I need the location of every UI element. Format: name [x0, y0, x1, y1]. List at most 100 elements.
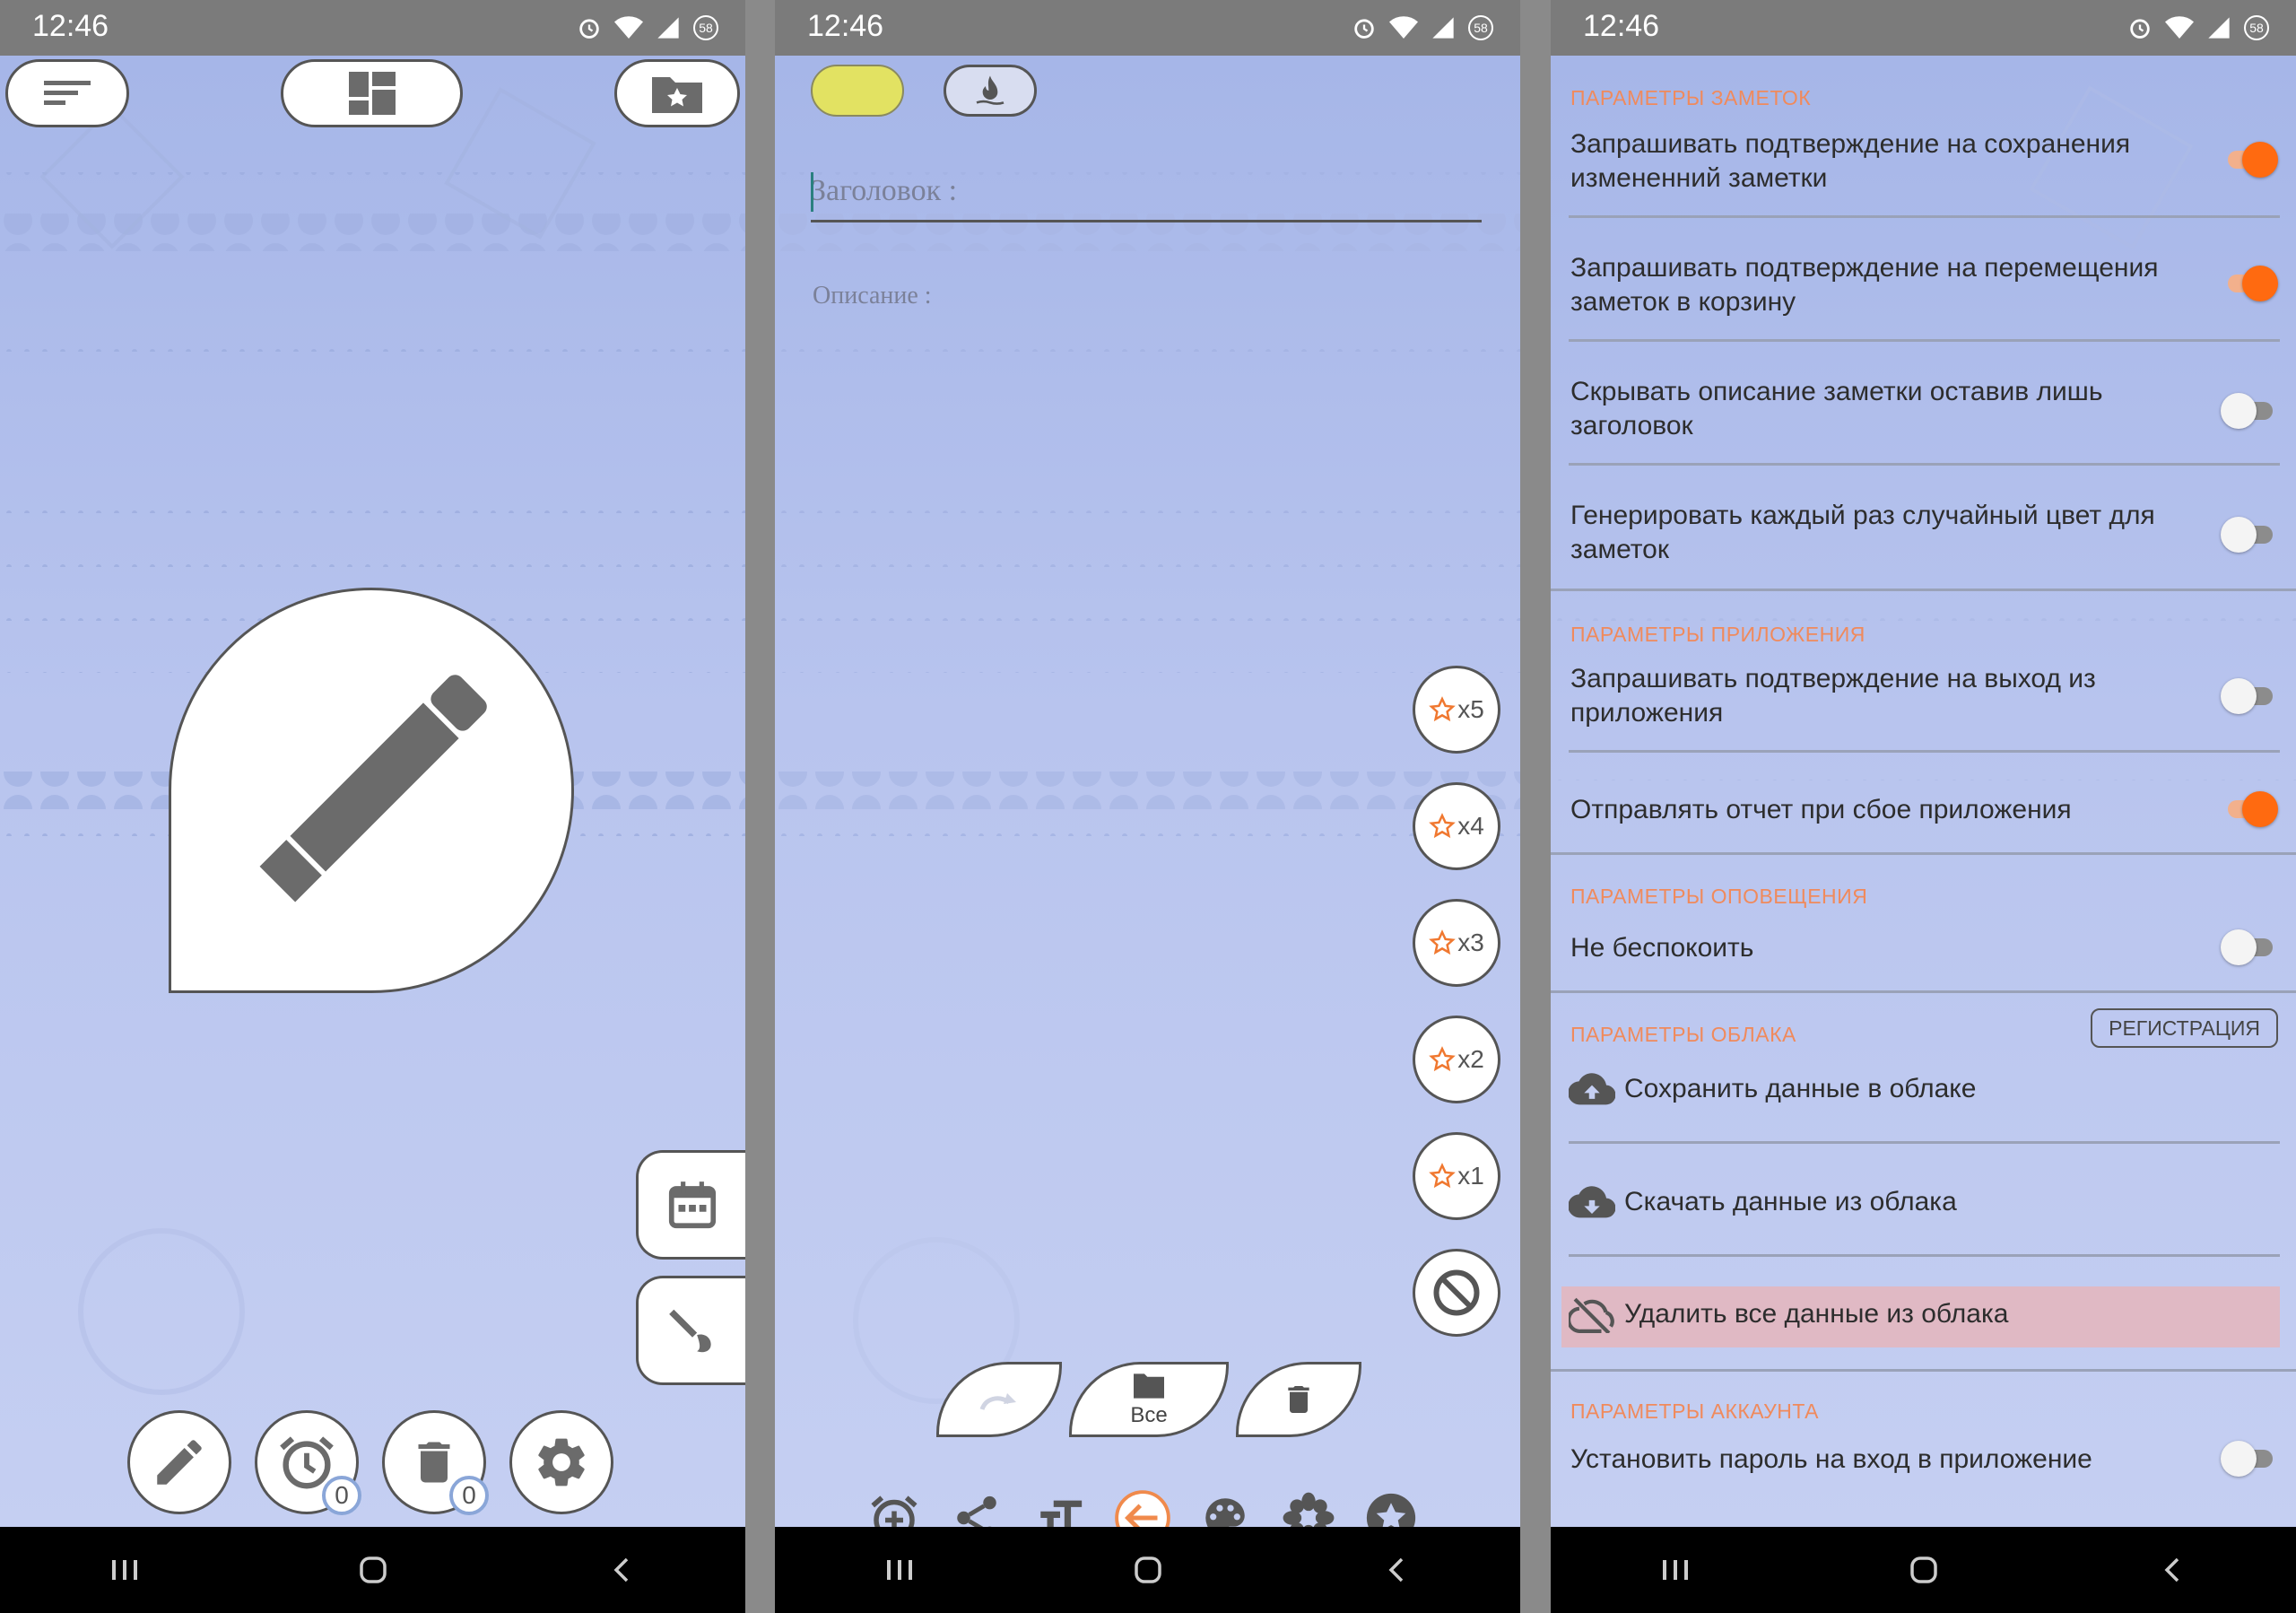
setting-random-color-label: Генерировать каждый раз случайный цвет д…	[1570, 501, 2155, 564]
setting-hide-description-toggle[interactable]	[2221, 393, 2278, 429]
text-size-button[interactable]	[1031, 1488, 1090, 1527]
recents-nav-button[interactable]	[89, 1543, 161, 1597]
recents-nav-button[interactable]	[864, 1543, 935, 1597]
priority-x1-button[interactable]: x1	[1413, 1132, 1500, 1220]
gear-icon	[538, 1438, 585, 1487]
wifi-icon	[2165, 16, 2194, 39]
text-size-icon	[1039, 1500, 1082, 1527]
background-pattern	[775, 172, 1520, 1404]
back-button[interactable]	[1113, 1488, 1172, 1527]
star-outline-icon	[1429, 696, 1456, 722]
favorite-folder-button[interactable]	[614, 59, 740, 127]
cloud-off-icon	[1569, 1297, 1614, 1333]
wifi-icon	[614, 16, 643, 39]
note-description-placeholder: Описание :	[813, 282, 932, 310]
redo-icon	[979, 1393, 1016, 1411]
setting-do-not-disturb-toggle[interactable]	[2221, 929, 2278, 965]
note-color-button[interactable]	[811, 65, 904, 117]
status-bar: 12:46 58	[1551, 0, 2296, 56]
setting-confirm-trash-label: Запрашивать подтверждение на перемещения…	[1570, 253, 2159, 317]
alarm-add-icon	[871, 1495, 918, 1527]
brush-button[interactable]	[636, 1276, 745, 1385]
priority-x1-label: x1	[1457, 1162, 1484, 1190]
note-title-placeholder: Заголовок :	[811, 174, 958, 207]
back-arrow-icon	[1115, 1490, 1170, 1527]
register-button[interactable]: РЕГИСТРАЦИЯ	[2091, 1008, 2278, 1048]
home-nav-button[interactable]	[337, 1543, 409, 1597]
setting-app-password-toggle[interactable]	[2221, 1441, 2278, 1477]
priority-x2-button[interactable]: x2	[1413, 1016, 1500, 1103]
recents-nav-button[interactable]	[1639, 1543, 1711, 1597]
recents-icon	[886, 1560, 912, 1580]
setting-crash-report-toggle[interactable]	[2221, 791, 2278, 827]
flower-button[interactable]	[1279, 1488, 1338, 1527]
reminders-button[interactable]: 0	[255, 1410, 361, 1515]
priority-x3-label: x3	[1457, 929, 1484, 956]
setting-confirm-exit-label: Запрашивать подтверждение на выход из пр…	[1570, 664, 2096, 728]
note-description-input[interactable]: Описание :	[813, 282, 932, 310]
folder-star-icon	[652, 77, 702, 113]
priority-x4-button[interactable]: x4	[1413, 782, 1500, 870]
priority-x3-button[interactable]: x3	[1413, 899, 1500, 987]
pencil-button[interactable]	[127, 1410, 231, 1514]
home-icon	[1134, 1556, 1161, 1583]
main-screen: 0 0	[0, 56, 745, 1527]
app-section-header: ПАРАМЕТРЫ ПРИЛОЖЕНИЯ	[1570, 623, 1866, 646]
fire-priority-button[interactable]	[944, 65, 1037, 117]
back-nav-button[interactable]	[2136, 1543, 2208, 1597]
alarm-status-icon	[2130, 19, 2150, 39]
flower-icon	[1283, 1492, 1335, 1527]
alarm-status-icon	[579, 19, 599, 39]
priority-x5-button[interactable]: x5	[1413, 666, 1500, 754]
trash-button[interactable]: 0	[382, 1410, 489, 1515]
recents-icon	[111, 1560, 137, 1580]
calendar-button[interactable]	[636, 1150, 745, 1260]
new-note-button[interactable]	[169, 588, 574, 993]
dashboard-button[interactable]	[281, 59, 463, 127]
favorite-button[interactable]	[1361, 1488, 1421, 1527]
setting-confirm-save-label: Запрашивать подтверждение на сохранения …	[1570, 129, 2131, 193]
block-icon	[1433, 1269, 1480, 1316]
back-icon	[613, 1557, 628, 1582]
account-section-header: ПАРАМЕТРЫ АККАУНТА	[1570, 1399, 1819, 1423]
fire-icon	[976, 75, 1004, 105]
pencil-small-icon	[157, 1440, 202, 1485]
cloud-download-row[interactable]: Скачать данные из облака	[1569, 1184, 1957, 1220]
settings-button[interactable]	[509, 1410, 613, 1514]
share-button[interactable]	[947, 1488, 1006, 1527]
wifi-icon	[1389, 16, 1418, 39]
back-icon	[1388, 1557, 1403, 1582]
setting-confirm-save-toggle[interactable]	[2221, 142, 2278, 178]
back-icon	[2164, 1557, 2179, 1582]
alarm-status-icon	[1354, 19, 1374, 39]
add-reminder-button[interactable]	[865, 1488, 924, 1527]
home-icon	[1909, 1556, 1937, 1583]
back-nav-button[interactable]	[1361, 1543, 1432, 1597]
brush-icon	[668, 1309, 711, 1353]
back-nav-button[interactable]	[586, 1543, 657, 1597]
text-caret	[811, 172, 813, 212]
priority-none-button[interactable]	[1413, 1249, 1500, 1337]
phone-settings: 12:46 58 ПАРАМЕТРЫ ЗАМЕТОК Запрашивать п…	[1551, 0, 2296, 1613]
palette-button[interactable]	[1196, 1488, 1255, 1527]
setting-random-color-toggle[interactable]	[2221, 517, 2278, 553]
star-outline-icon	[1429, 1046, 1456, 1072]
signal-icon	[2208, 17, 2230, 39]
priority-x5-label: x5	[1457, 695, 1484, 723]
setting-confirm-trash-toggle[interactable]	[2221, 266, 2278, 301]
cloud-delete-row[interactable]: Удалить все данные из облака	[1569, 1295, 2008, 1333]
phone-note-editor: 12:46 58 Заголовок: Описание: x5 x4 x3…	[775, 0, 1520, 1613]
cloud-upload-row[interactable]: Сохранить данные в облаке	[1569, 1071, 1976, 1107]
phone-main-screen: 12:46 58 0 0	[0, 0, 745, 1613]
setting-confirm-exit-toggle[interactable]	[2221, 678, 2278, 714]
note-title-input[interactable]: Заголовок :	[811, 169, 1482, 222]
folder-icon	[1134, 1373, 1164, 1399]
settings-screen: ПАРАМЕТРЫ ЗАМЕТОК Запрашивать подтвержде…	[1551, 56, 2296, 1527]
notes-section-header: ПАРАМЕТРЫ ЗАМЕТОК	[1570, 86, 1812, 109]
trash-count-badge: 0	[449, 1476, 489, 1515]
sort-button[interactable]	[5, 59, 129, 127]
status-time: 12:46	[1583, 9, 1660, 43]
home-nav-button[interactable]	[1888, 1543, 1960, 1597]
home-nav-button[interactable]	[1112, 1543, 1184, 1597]
star-outline-icon	[1429, 1163, 1456, 1189]
